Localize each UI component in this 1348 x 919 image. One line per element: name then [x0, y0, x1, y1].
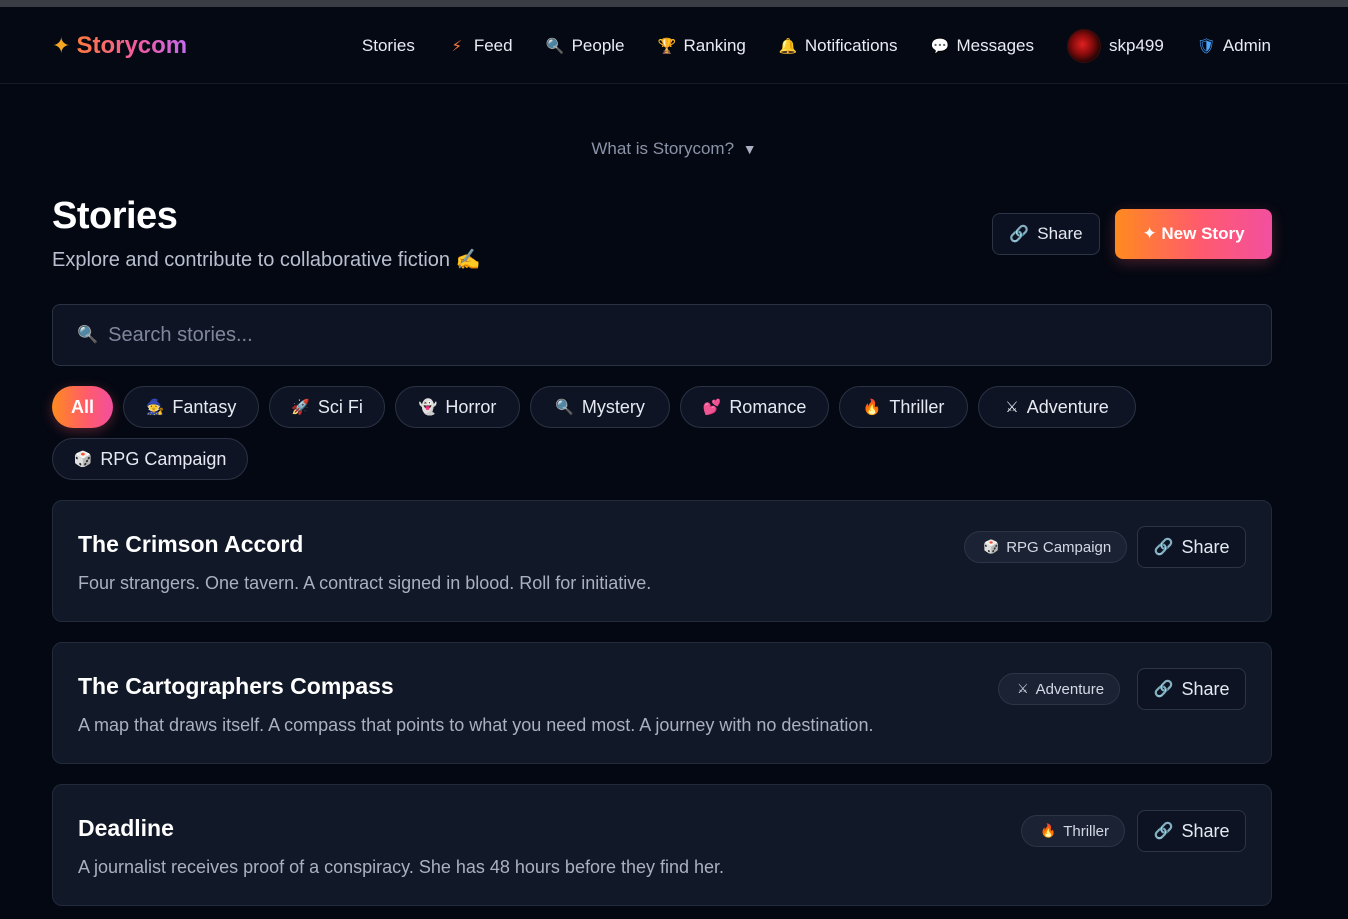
link-icon: 🔗	[1009, 226, 1030, 243]
sparkle-icon: ✦	[52, 33, 71, 58]
crossed-swords-icon: ⚔	[1017, 681, 1029, 696]
nav-item-label: Admin	[1222, 36, 1271, 55]
wizard-icon: 🧙	[145, 399, 165, 416]
nav-item-label: Messages	[956, 36, 1034, 55]
nav-links: Stories ⚡ Feed 🔍 People 🏆 Ranking 🔔 Noti…	[362, 29, 1271, 63]
nav-item-people[interactable]: 🔍 People	[546, 36, 625, 56]
genre-tag-label: Thriller	[1063, 822, 1110, 840]
what-is-label: What is Storycom?	[591, 139, 735, 158]
genre-chip-romance[interactable]: 💕 Romance	[680, 386, 829, 428]
genre-chip-adventure[interactable]: ⚔ Adventure	[978, 386, 1136, 428]
die-icon: 🎲	[73, 451, 93, 468]
top-navbar: ✦ Storycom Stories ⚡ Feed 🔍 People 🏆 Ran…	[0, 7, 1348, 84]
story-title[interactable]: The Cartographers Compass	[78, 673, 394, 700]
speech-bubble-icon: 💬	[930, 38, 950, 55]
chip-label: RPG Campaign	[100, 448, 227, 469]
chip-label: Mystery	[581, 396, 645, 417]
story-card[interactable]: The Cartographers Compass A map that dra…	[52, 642, 1272, 764]
magnifier-icon: 🔍	[555, 399, 574, 416]
shield-icon: 🛡	[1196, 38, 1216, 55]
story-share-button[interactable]: 🔗 Share	[1137, 668, 1246, 710]
new-story-button[interactable]: ✦ New Story	[1115, 209, 1272, 259]
new-story-label: ✦ New Story	[1142, 224, 1245, 243]
genre-chip-fantasy[interactable]: 🧙 Fantasy	[123, 386, 259, 428]
chip-label: Horror	[445, 396, 497, 417]
what-is-storycom-toggle[interactable]: What is Storycom? ▼	[0, 139, 1348, 159]
story-description: Four strangers. One tavern. A contract s…	[78, 573, 652, 593]
story-description: A map that draws itself. A compass that …	[78, 715, 874, 735]
story-share-button[interactable]: 🔗 Share	[1137, 526, 1246, 568]
page-title: Stories	[52, 195, 178, 237]
hearts-icon: 💕	[702, 399, 722, 416]
nav-item-label: Notifications	[804, 36, 898, 55]
share-button[interactable]: 🔗 Share	[992, 213, 1100, 255]
genre-chip-scifi[interactable]: 🚀 Sci Fi	[269, 386, 385, 428]
chip-label: Thriller	[889, 396, 945, 417]
genre-tag: 🎲 RPG Campaign	[964, 531, 1128, 563]
page-subtitle: Explore and contribute to collaborative …	[52, 249, 481, 271]
search-input[interactable]	[108, 323, 1209, 347]
link-icon: 🔗	[1153, 823, 1174, 840]
avatar	[1066, 29, 1101, 63]
ghost-icon: 👻	[418, 399, 438, 416]
nav-item-stories[interactable]: Stories	[362, 36, 415, 56]
nav-item-label: Stories	[361, 36, 415, 55]
genre-chip-horror[interactable]: 👻 Horror	[395, 386, 520, 428]
die-icon: 🎲	[983, 539, 1000, 554]
rocket-icon: 🚀	[291, 399, 310, 416]
chip-label: Sci Fi	[317, 396, 363, 417]
story-card[interactable]: Deadline A journalist receives proof of …	[52, 784, 1272, 906]
nav-item-label: Ranking	[683, 36, 746, 55]
link-icon: 🔗	[1153, 681, 1174, 698]
trophy-icon: 🏆	[657, 38, 677, 55]
nav-item-notifications[interactable]: 🔔 Notifications	[779, 36, 898, 56]
genre-chip-thriller[interactable]: 🔥 Thriller	[839, 386, 968, 428]
nav-item-label: People	[571, 36, 625, 55]
story-description: A journalist receives proof of a conspir…	[78, 857, 725, 877]
nav-item-label: Feed	[473, 36, 513, 55]
search-icon: 🔍	[77, 325, 99, 344]
bell-icon: 🔔	[778, 38, 798, 55]
genre-tag: 🔥 Thriller	[1021, 815, 1126, 847]
nav-item-profile[interactable]: skp499	[1066, 29, 1164, 63]
chip-label: Adventure	[1026, 396, 1109, 417]
triangle-down-icon: ▼	[742, 141, 757, 157]
share-label: Share	[1037, 224, 1083, 243]
fire-icon: 🔥	[1040, 823, 1057, 838]
share-label: Share	[1181, 536, 1230, 557]
search-bar: 🔍	[52, 304, 1272, 366]
chip-label: All	[70, 396, 94, 417]
genre-tag: ⚔ Adventure	[998, 673, 1121, 705]
genre-tag-label: RPG Campaign	[1006, 538, 1112, 556]
crossed-swords-icon: ⚔	[1005, 399, 1019, 416]
nav-item-messages[interactable]: 💬 Messages	[931, 36, 1034, 56]
story-title[interactable]: Deadline	[78, 815, 174, 842]
brand-logo[interactable]: ✦ Storycom	[52, 30, 187, 62]
lightning-icon: ⚡	[451, 38, 463, 55]
genre-chip-rpg-campaign[interactable]: 🎲 RPG Campaign	[52, 438, 248, 480]
brand-name: Storycom	[76, 32, 188, 59]
chip-label: Romance	[729, 396, 807, 417]
nav-item-feed[interactable]: ⚡ Feed	[448, 36, 513, 56]
story-title[interactable]: The Crimson Accord	[78, 531, 303, 558]
genre-chip-all[interactable]: All	[52, 386, 113, 428]
story-share-button[interactable]: 🔗 Share	[1137, 810, 1246, 852]
magnifier-icon: 🔍	[545, 38, 565, 55]
story-card[interactable]: The Crimson Accord Four strangers. One t…	[52, 500, 1272, 622]
window-top-strip	[0, 0, 1348, 7]
genre-chip-mystery[interactable]: 🔍 Mystery	[530, 386, 670, 428]
nav-item-label: skp499	[1108, 36, 1164, 55]
fire-icon: 🔥	[862, 399, 882, 416]
share-label: Share	[1181, 678, 1230, 699]
nav-item-admin[interactable]: 🛡 Admin	[1197, 36, 1271, 56]
chip-label: Fantasy	[172, 396, 237, 417]
link-icon: 🔗	[1153, 539, 1174, 556]
nav-item-ranking[interactable]: 🏆 Ranking	[658, 36, 746, 56]
genre-tag-label: Adventure	[1035, 680, 1105, 698]
share-label: Share	[1181, 820, 1230, 841]
